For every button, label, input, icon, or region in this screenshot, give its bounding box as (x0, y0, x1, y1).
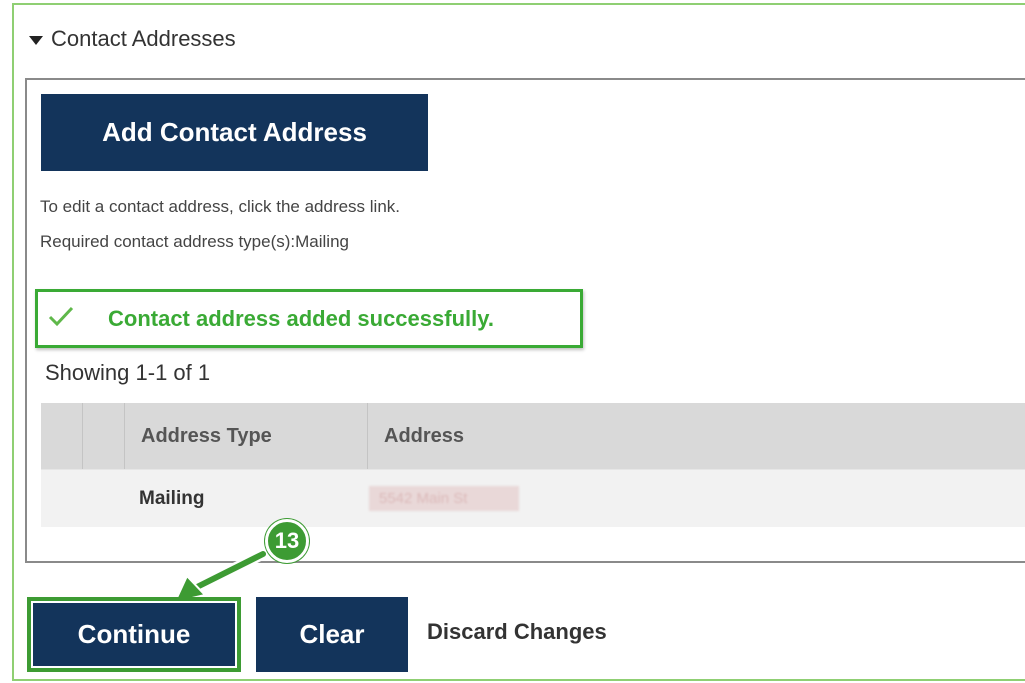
add-contact-address-button[interactable]: Add Contact Address (41, 94, 428, 171)
clear-button[interactable]: Clear (256, 597, 408, 672)
cell-address-type: Mailing (139, 487, 205, 509)
table-header: Address Type Address (41, 403, 1025, 469)
checkmark-icon (48, 305, 78, 332)
header-blank-cell (41, 403, 83, 469)
discard-changes-link[interactable]: Discard Changes (427, 619, 607, 645)
section-title: Contact Addresses (51, 26, 236, 51)
header-address-type[interactable]: Address Type (125, 403, 368, 469)
pagination-summary: Showing 1-1 of 1 (45, 360, 211, 385)
caret-down-icon[interactable] (29, 35, 43, 45)
success-message: Contact address added successfully. (108, 305, 494, 331)
required-types-text: Required contact address type(s):Mailing (40, 232, 349, 251)
step-number-badge: 13 (265, 519, 309, 563)
header-address[interactable]: Address (368, 403, 1025, 469)
contact-address-table: Address Type Address Mailing 5542 Main S… (41, 403, 1025, 527)
continue-button[interactable]: Continue (27, 597, 241, 672)
edit-instructions: To edit a contact address, click the add… (40, 197, 401, 216)
table-row: Mailing 5542 Main St (41, 469, 1025, 527)
success-message-box: Contact address added successfully. (35, 289, 583, 348)
address-link[interactable]: 5542 Main St (369, 486, 519, 511)
section-header[interactable]: Contact Addresses (29, 24, 236, 54)
header-blank-cell (83, 403, 125, 469)
